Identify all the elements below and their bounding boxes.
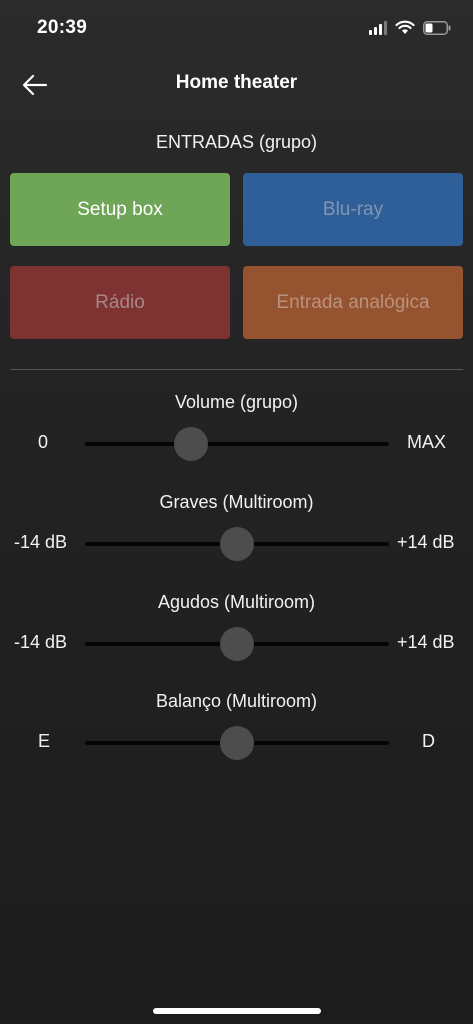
signal-icon [369, 20, 387, 35]
input-button-label: Entrada analógica [276, 291, 430, 313]
bass-slider-track[interactable] [85, 527, 389, 561]
treble-slider-track[interactable] [85, 627, 389, 661]
bass-slider-block: Graves (Multiroom) -14 dB +14 dB [0, 492, 473, 572]
slider-title: Balanço (Multiroom) [155, 691, 318, 711]
slider-title: Volume (grupo) [174, 392, 299, 412]
slider-max-label: MAX [407, 432, 447, 452]
input-button-label: Blu-ray [322, 198, 384, 220]
divider [10, 369, 463, 370]
treble-slider-block: Agudos (Multiroom) -14 dB +14 dB [0, 592, 473, 672]
slider-title: Agudos (Multiroom) [157, 592, 316, 612]
balance-slider-block: Balanço (Multiroom) E D [0, 691, 473, 771]
page-title: Home theater [175, 72, 298, 93]
slider-min-label: 0 [38, 432, 49, 452]
input-button-label: Setup box [77, 198, 163, 220]
volume-slider-thumb[interactable] [174, 427, 209, 461]
status-time: 20:39 [37, 17, 88, 38]
volume-slider-track[interactable] [85, 427, 389, 461]
volume-slider-block: Volume (grupo) 0 MAX [0, 392, 473, 472]
inputs-section-label: ENTRADAS (grupo) [155, 132, 318, 152]
home-indicator [153, 1008, 321, 1014]
battery-icon [423, 20, 451, 35]
bass-slider-thumb[interactable] [220, 527, 254, 561]
input-button-radio[interactable]: Rádio [10, 266, 230, 339]
status-bar: 20:39 [0, 0, 473, 60]
header: Home theater [0, 60, 473, 110]
slider-max-label: D [422, 731, 435, 751]
status-icons [369, 20, 451, 35]
balance-slider-thumb[interactable] [220, 726, 254, 760]
input-button-label: Rádio [95, 291, 145, 313]
input-button-blu-ray[interactable]: Blu-ray [243, 173, 463, 246]
slider-min-label: -14 dB [14, 632, 68, 652]
slider-max-label: +14 dB [397, 632, 455, 652]
slider-max-label: +14 dB [397, 532, 455, 552]
input-button-setup-box[interactable]: Setup box [10, 173, 230, 246]
slider-min-label: E [38, 731, 51, 751]
wifi-icon [395, 20, 415, 35]
treble-slider-thumb[interactable] [220, 627, 254, 661]
slider-title: Graves (Multiroom) [159, 492, 314, 512]
input-button-analog-input[interactable]: Entrada analógica [243, 266, 463, 339]
balance-slider-track[interactable] [85, 726, 389, 760]
slider-min-label: -14 dB [14, 532, 68, 552]
